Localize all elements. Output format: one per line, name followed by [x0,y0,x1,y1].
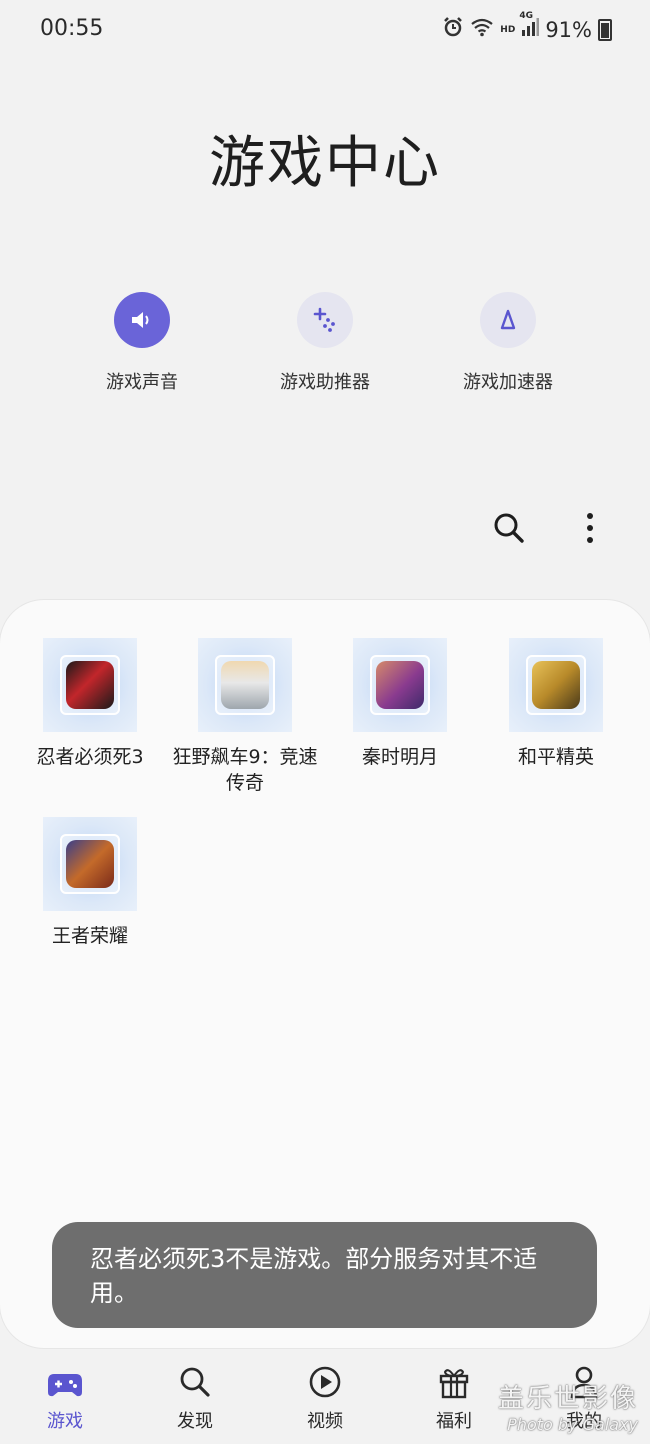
status-bar: 00:55 HD 4G 91% [0,0,650,60]
game-name: 狂野飙车9：竞速传奇 [172,746,318,794]
quick-action-label: 游戏声音 [106,372,178,393]
game-icon-frame [60,834,120,894]
game-name: 忍者必须死3 [36,746,144,768]
toast-message: 忍者必须死3不是游戏。部分服务对其不适用。 [52,1222,597,1328]
play-circle-icon [275,1363,375,1399]
game-tile [353,638,447,732]
game-icon [532,661,580,709]
sparkle-icon [297,292,353,348]
search-icon[interactable] [489,508,529,548]
nav-label: 发现 [177,1411,213,1432]
game-tile [198,638,292,732]
wifi-icon [470,17,494,42]
game-icon [66,840,114,888]
gift-icon [404,1363,504,1399]
game-icon [376,661,424,709]
watermark-brand: 盖乐世影像 [497,1384,638,1414]
game-name: 和平精英 [517,746,594,768]
nav-tab-benefits[interactable]: 福利 [404,1363,504,1433]
game-item-asphalt9[interactable]: 狂野飙车9：竞速传奇 [170,638,320,796]
watermark-credit: Photo by Galaxy [507,1415,638,1434]
game-icon-frame [215,655,275,715]
quick-action-game-accelerator[interactable]: 游戏加速器 [418,292,598,394]
game-item-qinshi[interactable]: 秦时明月 [325,638,475,770]
hd-indicator: HD [500,24,516,35]
nav-label: 福利 [436,1411,472,1432]
game-tile [509,638,603,732]
search-icon [145,1363,245,1399]
battery-icon [598,18,612,41]
game-icon-frame [60,655,120,715]
game-item-ninja[interactable]: 忍者必须死3 [15,638,165,770]
game-item-peace-elite[interactable]: 和平精英 [481,638,631,770]
photo-watermark: 盖乐世影像 Photo by Galaxy [498,1378,638,1434]
battery-percent: 91% [545,17,592,42]
game-icon-frame [526,655,586,715]
page-title: 游戏中心 [209,131,441,196]
quick-action-game-booster[interactable]: 游戏助推器 [235,292,415,394]
alarm-icon [442,16,464,43]
game-icon [66,661,114,709]
quick-action-game-sound[interactable]: 游戏声音 [52,292,232,394]
game-icon [221,661,269,709]
game-name: 秦时明月 [361,746,438,768]
nav-tab-games[interactable]: 游戏 [15,1363,115,1433]
network-type: 4G [519,11,533,21]
more-vertical-icon[interactable] [570,508,610,548]
nav-tab-video[interactable]: 视频 [275,1363,375,1433]
game-item-honor-of-kings[interactable]: 王者荣耀 [15,817,165,949]
quick-action-label: 游戏加速器 [463,372,553,393]
signal-icon: 4G [519,11,540,42]
game-icon-frame [370,655,430,715]
game-tile [43,638,137,732]
status-icons: HD 4G 91% [442,11,612,43]
accelerator-icon [480,292,536,348]
volume-icon [114,292,170,348]
game-tile [43,817,137,911]
gamepad-icon [15,1363,115,1399]
nav-tab-discover[interactable]: 发现 [145,1363,245,1433]
status-time: 00:55 [40,16,104,41]
game-name: 王者荣耀 [51,925,128,947]
nav-label: 视频 [307,1411,343,1432]
nav-label: 游戏 [47,1411,83,1432]
quick-action-label: 游戏助推器 [280,372,370,393]
